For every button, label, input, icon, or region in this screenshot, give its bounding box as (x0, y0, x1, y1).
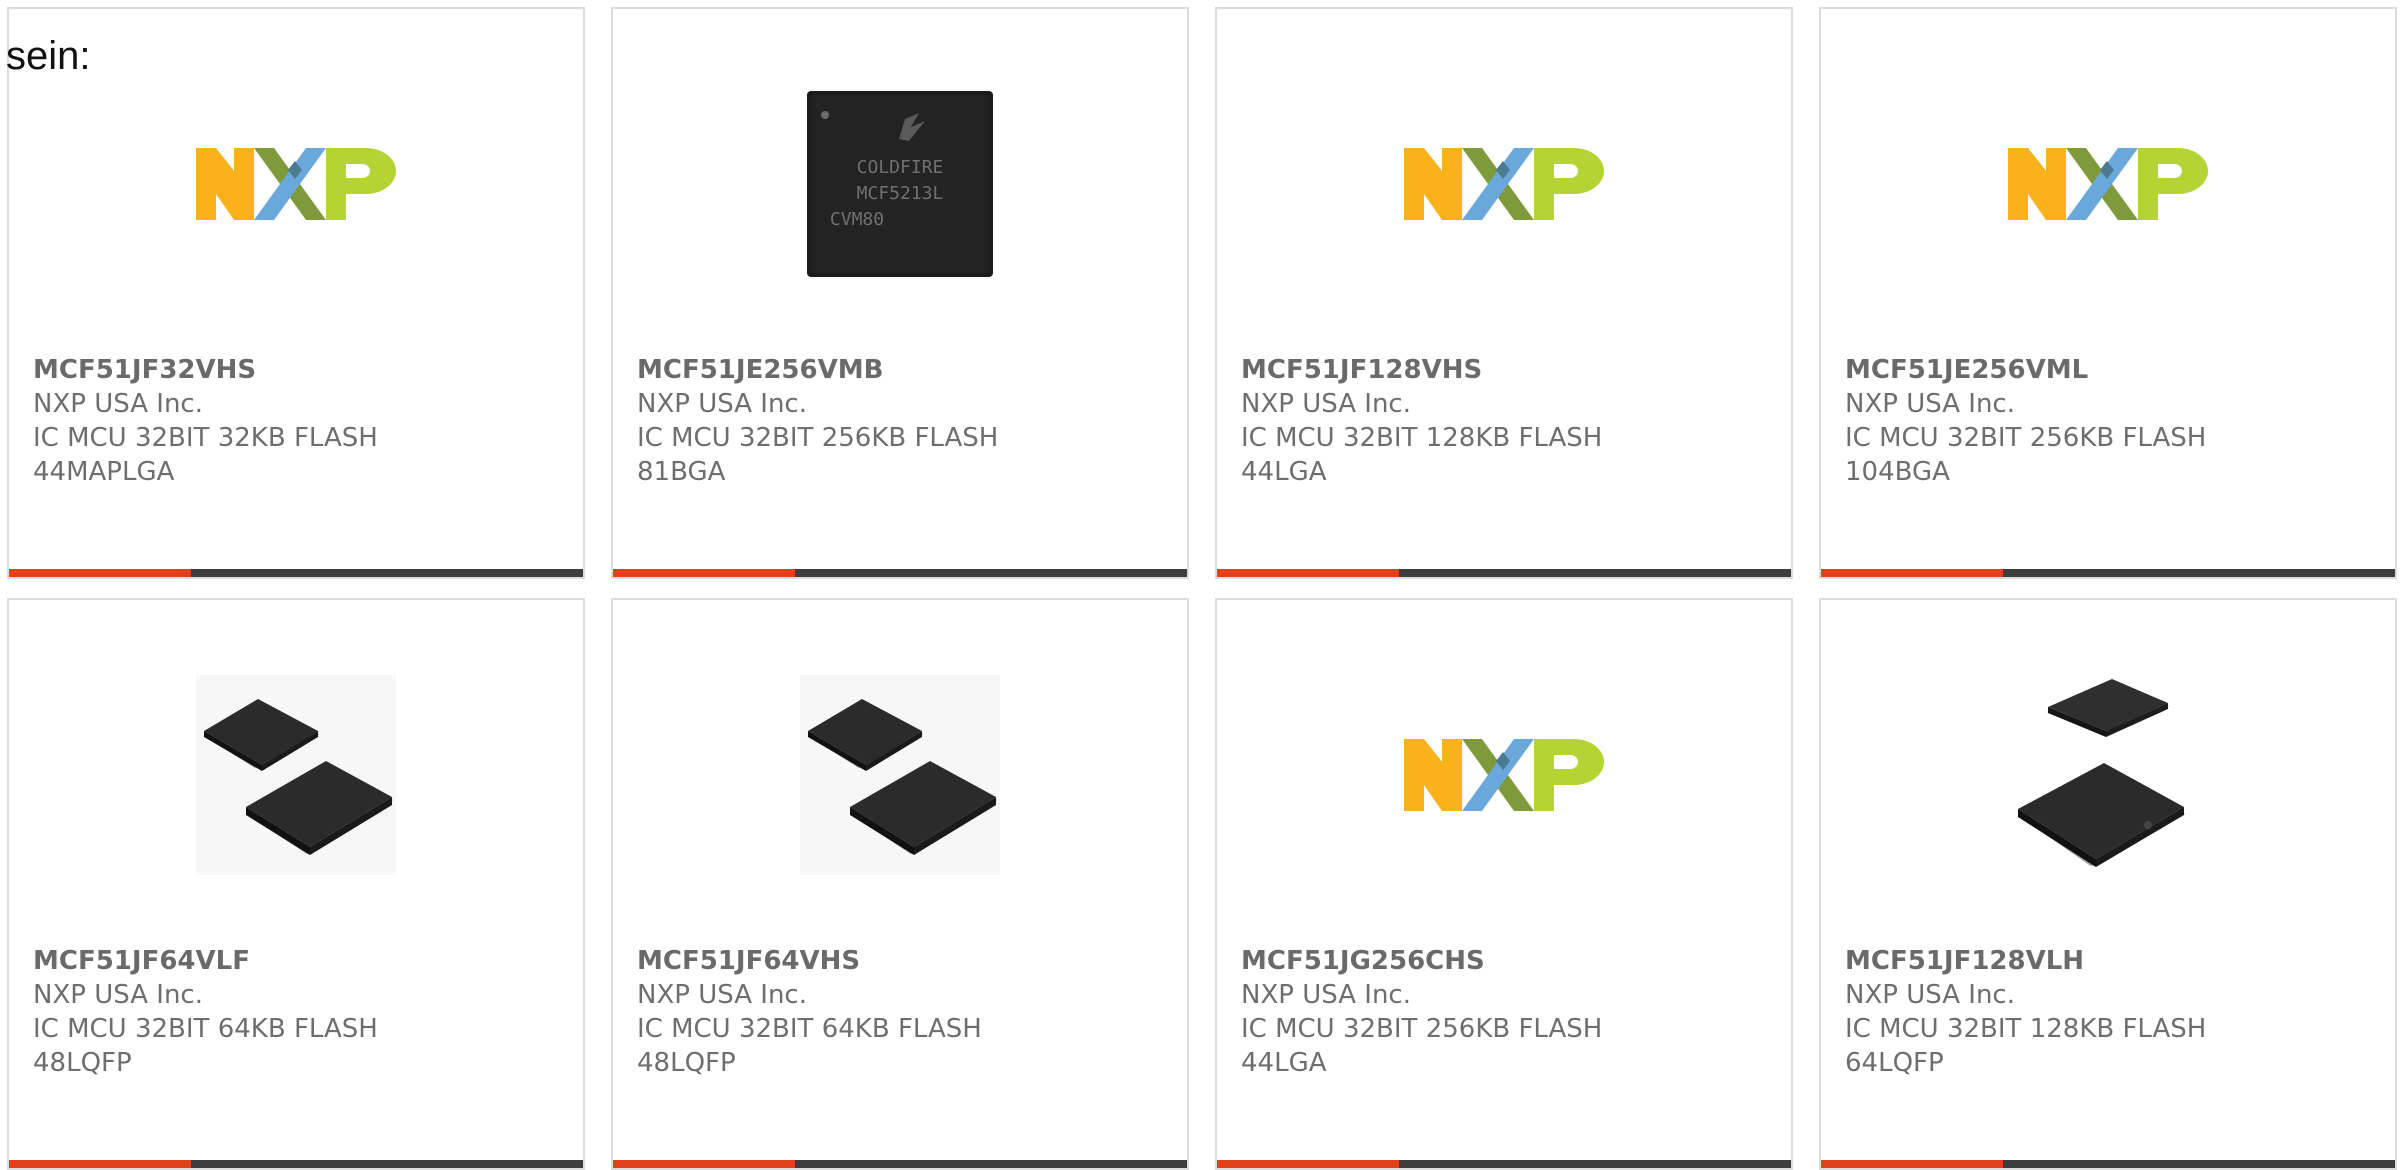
card-footer-bar (9, 569, 583, 577)
card-footer-bar (1217, 1160, 1791, 1168)
description: IC MCU 32BIT 256KB FLASH (637, 423, 999, 453)
product-card[interactable]: MCF51JF128VLH NXP USA Inc. IC MCU 32BIT … (1819, 598, 2397, 1170)
package: 64LQFP (1845, 1048, 1944, 1078)
card-footer-bar (1821, 1160, 2395, 1168)
description: IC MCU 32BIT 64KB FLASH (33, 1014, 378, 1044)
package: 48LQFP (637, 1048, 736, 1078)
part-number[interactable]: MCF51JF64VHS (637, 944, 1177, 978)
package: 44LGA (1241, 457, 1327, 487)
package: 44MAPLGA (33, 457, 175, 487)
package: 104BGA (1845, 457, 1950, 487)
card-footer-bar (1217, 569, 1791, 577)
card-footer-bar (613, 1160, 1187, 1168)
manufacturer: NXP USA Inc. (1241, 389, 1411, 419)
package: 44LGA (1241, 1048, 1327, 1078)
part-number[interactable]: MCF51JF32VHS (33, 353, 573, 387)
svg-text:COLDFIRE: COLDFIRE (857, 157, 944, 178)
nxp-logo-icon (2008, 84, 2208, 284)
qfp-chip-pair-image (196, 675, 396, 875)
product-card[interactable]: MCF51JE256VML NXP USA Inc. IC MCU 32BIT … (1819, 7, 2397, 579)
description: IC MCU 32BIT 256KB FLASH (1845, 423, 2207, 453)
product-card[interactable]: MCF51JG256CHS NXP USA Inc. IC MCU 32BIT … (1215, 598, 1793, 1170)
product-card[interactable]: MCF51JF128VHS NXP USA Inc. IC MCU 32BIT … (1215, 7, 1793, 579)
manufacturer: NXP USA Inc. (33, 389, 203, 419)
part-number[interactable]: MCF51JE256VMB (637, 353, 1177, 387)
qfp-chip-pair-image (800, 675, 1000, 875)
part-number[interactable]: MCF51JF64VLF (33, 944, 573, 978)
description: IC MCU 32BIT 256KB FLASH (1241, 1014, 1603, 1044)
manufacturer: NXP USA Inc. (1241, 980, 1411, 1010)
coldfire-chip-image: COLDFIRE MCF5213L CVM80 (800, 84, 1000, 284)
package: 48LQFP (33, 1048, 132, 1078)
part-number[interactable]: MCF51JF128VLH (1845, 944, 2385, 978)
product-card[interactable]: MCF51JF32VHS NXP USA Inc. IC MCU 32BIT 3… (7, 7, 585, 579)
nxp-logo-icon (1404, 84, 1604, 284)
card-footer-bar (9, 1160, 583, 1168)
description: IC MCU 32BIT 64KB FLASH (637, 1014, 982, 1044)
svg-text:MCF5213L: MCF5213L (857, 183, 944, 204)
nxp-logo-icon (196, 84, 396, 284)
product-card[interactable]: MCF51JF64VHS NXP USA Inc. IC MCU 32BIT 6… (611, 598, 1189, 1170)
lqfp-chip-stack-image (2008, 675, 2208, 875)
intro-text: sein: (6, 34, 91, 78)
manufacturer: NXP USA Inc. (1845, 980, 2015, 1010)
card-footer-bar (1821, 569, 2395, 577)
description: IC MCU 32BIT 32KB FLASH (33, 423, 378, 453)
product-card[interactable]: COLDFIRE MCF5213L CVM80 MCF51JE256VMB NX… (611, 7, 1189, 579)
svg-text:CVM80: CVM80 (830, 209, 884, 230)
description: IC MCU 32BIT 128KB FLASH (1845, 1014, 2207, 1044)
nxp-logo-icon (1404, 675, 1604, 875)
package: 81BGA (637, 457, 726, 487)
manufacturer: NXP USA Inc. (637, 980, 807, 1010)
part-number[interactable]: MCF51JE256VML (1845, 353, 2385, 387)
manufacturer: NXP USA Inc. (637, 389, 807, 419)
manufacturer: NXP USA Inc. (33, 980, 203, 1010)
card-footer-bar (613, 569, 1187, 577)
part-number[interactable]: MCF51JF128VHS (1241, 353, 1781, 387)
part-number[interactable]: MCF51JG256CHS (1241, 944, 1781, 978)
manufacturer: NXP USA Inc. (1845, 389, 2015, 419)
description: IC MCU 32BIT 128KB FLASH (1241, 423, 1603, 453)
product-card[interactable]: MCF51JF64VLF NXP USA Inc. IC MCU 32BIT 6… (7, 598, 585, 1170)
